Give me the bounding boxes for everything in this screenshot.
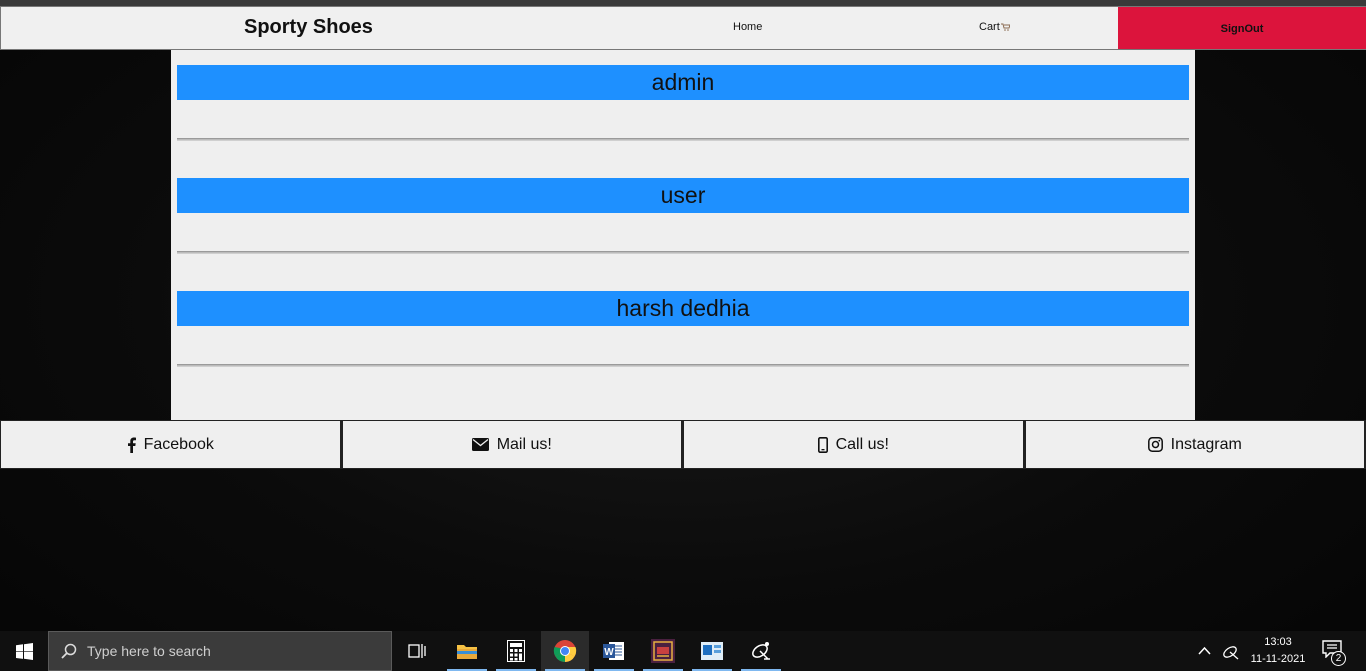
notification-badge: 2 [1331, 651, 1346, 666]
clock-time: 13:03 [1264, 636, 1292, 648]
mobile-phone-icon [817, 436, 828, 453]
instagram-button[interactable]: Instagram [1024, 420, 1366, 469]
app-icon[interactable] [639, 631, 687, 671]
mail-label: Mail us! [496, 435, 552, 453]
clock-date: 11-11-2021 [1250, 653, 1306, 665]
network-icon[interactable] [1221, 642, 1241, 665]
footer: Facebook Mail us! Call us! Instagram [0, 420, 1366, 469]
divider [177, 138, 1189, 141]
brand-title: Sporty Shoes [244, 16, 373, 38]
windows-start-icon[interactable] [0, 631, 48, 671]
search-placeholder: Type here to search [87, 643, 211, 659]
instagram-icon [1147, 437, 1163, 452]
user-item: admin [177, 65, 1189, 100]
clock[interactable]: 13:03 11-11-2021 [1244, 634, 1312, 668]
taskbar-search-box[interactable]: Type here to search [48, 631, 392, 671]
file-explorer-icon[interactable] [443, 631, 491, 671]
chrome-icon[interactable] [541, 631, 589, 671]
facebook-icon [127, 437, 136, 453]
instagram-label: Instagram [1170, 435, 1242, 453]
call-label: Call us! [835, 435, 889, 453]
user-list-panel: admin user harsh dedhia [171, 50, 1195, 420]
svg-text:W: W [604, 647, 614, 658]
mail-button[interactable]: Mail us! [341, 420, 683, 469]
call-button[interactable]: Call us! [683, 420, 1025, 469]
divider [177, 364, 1189, 367]
satellite-icon[interactable] [737, 631, 785, 671]
tray-chevron-up-icon[interactable] [1198, 643, 1211, 661]
facebook-button[interactable]: Facebook [0, 420, 342, 469]
nav-cart-link[interactable]: Cart [979, 21, 1010, 33]
word-icon[interactable]: W [590, 631, 638, 671]
cart-icon [1000, 23, 1010, 31]
navbar: Sporty Shoes Home Cart SignOut [0, 6, 1366, 50]
divider [177, 251, 1189, 254]
windows-taskbar: Type here to search W 13:03 11-11-2021 2 [0, 631, 1366, 671]
user-item: user [177, 178, 1189, 213]
task-view-icon[interactable] [393, 631, 441, 671]
nav-cart-label: Cart [979, 21, 1000, 33]
nav-home-link[interactable]: Home [733, 21, 762, 33]
search-icon [61, 643, 77, 659]
user-item: harsh dedhia [177, 291, 1189, 326]
envelope-icon [471, 438, 489, 451]
facebook-label: Facebook [143, 435, 214, 453]
outlook-icon[interactable] [688, 631, 736, 671]
signout-button[interactable]: SignOut [1118, 7, 1366, 49]
calculator-icon[interactable] [492, 631, 540, 671]
